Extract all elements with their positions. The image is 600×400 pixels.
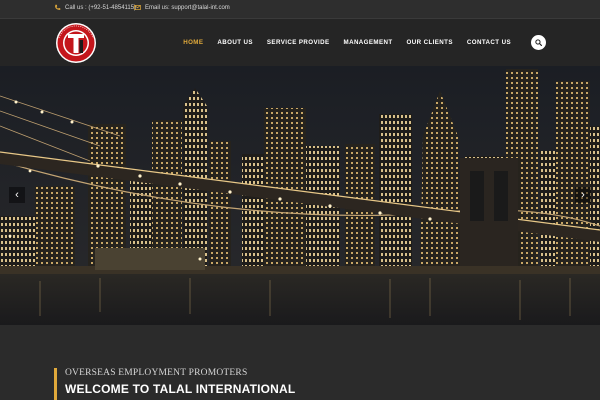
search-icon bbox=[535, 39, 542, 46]
nav-our-clients[interactable]: OUR CLIENTS bbox=[400, 39, 460, 46]
intro-subtitle: OVERSEAS EMPLOYMENT PROMOTERS bbox=[65, 368, 248, 378]
main-nav: HOME ABOUT US SERVICE PROVIDE MANAGEMENT… bbox=[176, 39, 518, 46]
nav-service-provide[interactable]: SERVICE PROVIDE bbox=[260, 39, 337, 46]
phone-text: Call us : (+92-51-4854115) bbox=[65, 4, 137, 11]
chevron-right-icon: › bbox=[581, 189, 585, 201]
nav-contact-us[interactable]: CONTACT US bbox=[460, 39, 518, 46]
slider-next-button[interactable]: › bbox=[575, 187, 591, 203]
intro-title: WELCOME TO TALAL INTERNATIONAL bbox=[65, 382, 296, 396]
nav-about-us[interactable]: ABOUT US bbox=[210, 39, 260, 46]
top-contact-bar: Call us : (+92-51-4854115) Email us: sup… bbox=[0, 0, 600, 19]
slider-prev-button[interactable]: ‹ bbox=[9, 187, 25, 203]
intro-section: OVERSEAS EMPLOYMENT PROMOTERS WELCOME TO… bbox=[0, 325, 600, 400]
talal-logo[interactable] bbox=[54, 22, 98, 64]
main-header: HOME ABOUT US SERVICE PROVIDE MANAGEMENT… bbox=[0, 19, 600, 66]
email-text: Email us: support@talal-int.com bbox=[145, 4, 230, 11]
nav-management[interactable]: MANAGEMENT bbox=[337, 39, 400, 46]
logo-emblem bbox=[56, 23, 96, 63]
chevron-left-icon: ‹ bbox=[15, 189, 19, 201]
phone-contact[interactable]: Call us : (+92-51-4854115) bbox=[54, 4, 136, 11]
hero-slider: ‹ › bbox=[0, 66, 600, 325]
email-contact[interactable]: Email us: support@talal-int.com bbox=[134, 4, 230, 11]
accent-bar bbox=[54, 368, 57, 400]
envelope-icon bbox=[134, 5, 141, 10]
phone-icon bbox=[55, 4, 61, 10]
search-button[interactable] bbox=[531, 35, 546, 50]
hero-city-image bbox=[0, 66, 600, 325]
nav-home[interactable]: HOME bbox=[176, 39, 210, 46]
